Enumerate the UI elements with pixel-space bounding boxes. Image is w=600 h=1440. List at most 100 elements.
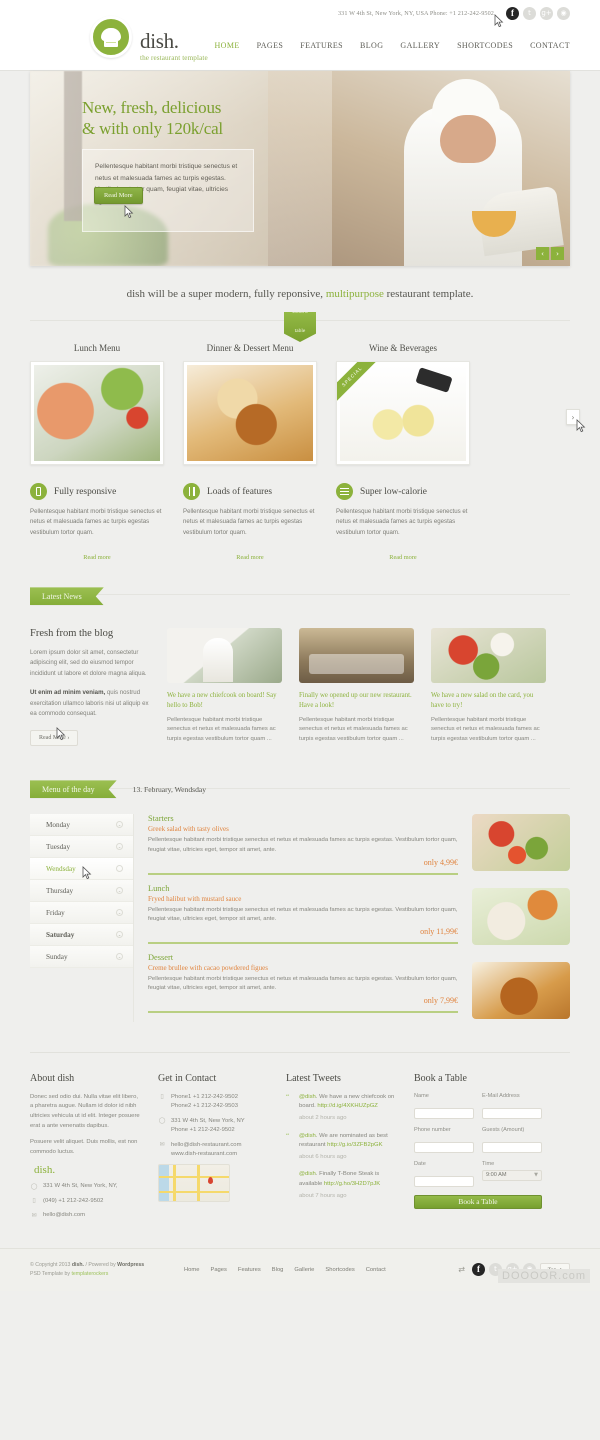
bottom-nav-home[interactable]: Home	[184, 1267, 199, 1273]
blog-post-title[interactable]: We have a new salad on the card, you hav…	[431, 691, 546, 711]
day-item-saturday[interactable]: Saturday ⌄	[30, 924, 133, 947]
day-item-monday[interactable]: Monday ⌄	[30, 814, 133, 837]
blog-post[interactable]: We have a new salad on the card, you hav…	[431, 627, 546, 746]
psd-credit-link[interactable]: templaterockers	[71, 1271, 108, 1277]
contact-email[interactable]: hello@dish-restaurant.com	[171, 1142, 241, 1148]
bottom-nav-gallerie[interactable]: Gallerie	[294, 1267, 314, 1273]
book-a-table-submit-button[interactable]: Book a Table	[414, 1194, 542, 1209]
blog-post[interactable]: Finally we opened up our new restaurant.…	[299, 627, 414, 746]
tagline-before: dish will be a super modern, fully repon…	[126, 288, 326, 300]
wine-beverages-photo[interactable]: SPECIAL	[336, 361, 470, 465]
card-title-lunch: Lunch Menu	[73, 343, 121, 353]
nav-item-shortcodes[interactable]: SHORTCODES	[457, 41, 513, 50]
date-input[interactable]	[414, 1176, 474, 1188]
hero-slider[interactable]: New, fresh, delicious & with only 120k/c…	[30, 71, 570, 266]
blog-post-text: Pellentesque habitant morbi tristique se…	[299, 716, 408, 743]
logo-chef-hat-icon[interactable]	[90, 16, 132, 58]
brand[interactable]: dish. the restaurant template	[140, 31, 208, 63]
nav-item-contact[interactable]: CONTACT	[530, 41, 570, 50]
feature-title: Loads of features	[207, 486, 273, 497]
nav-item-gallery[interactable]: GALLERY	[400, 41, 440, 50]
feature-read-more-link[interactable]: Read more	[389, 554, 416, 561]
guests-input[interactable]	[482, 1142, 542, 1154]
latest-news-header: Latest News	[30, 586, 570, 604]
book-a-table-badge[interactable]: Book a table	[284, 312, 316, 342]
hero-prev-button[interactable]: ‹	[536, 247, 549, 260]
about-p1: Donec sed odio dui. Nulla vitae elit lib…	[30, 1093, 140, 1129]
booking-title: Book a Table	[414, 1072, 467, 1084]
hero-content: New, fresh, delicious & with only 120k/c…	[82, 97, 282, 232]
tweet-handle[interactable]: @dish	[299, 1094, 316, 1100]
phone-input[interactable]	[414, 1142, 474, 1154]
tweet-handle[interactable]: @dish	[299, 1171, 316, 1177]
blog-post-photo-restaurant[interactable]	[299, 627, 414, 683]
tweet-link[interactable]: http://g.ho/3H2D7pJK	[324, 1181, 380, 1187]
nav-item-home[interactable]: HOME	[214, 41, 239, 50]
blog-post-photo-salad[interactable]	[431, 627, 546, 683]
nav-item-pages[interactable]: PAGES	[257, 41, 284, 50]
menu-card[interactable]: Wine & Beverages SPECIAL	[336, 343, 470, 465]
feature-read-more-link[interactable]: Read more	[83, 554, 110, 561]
day-item-friday[interactable]: Friday ⌄	[30, 902, 133, 925]
blog-post[interactable]: We have a new chiefcook on board! Say he…	[167, 627, 282, 746]
bottom-nav-features[interactable]: Features	[238, 1267, 261, 1273]
tweet-link[interactable]: http://g.io/3ZFB2pGK	[327, 1142, 382, 1148]
blog-post-photo-chef[interactable]	[167, 627, 282, 683]
google-plus-icon[interactable]: g+	[540, 6, 553, 20]
twitter-icon[interactable]: t	[523, 6, 536, 20]
hero-read-more-button[interactable]: Read More	[94, 187, 143, 204]
shuffle-icon[interactable]: ⇄	[458, 1265, 465, 1274]
bottom-nav-blog[interactable]: Blog	[272, 1267, 284, 1273]
envelope-icon: ✉	[31, 1211, 37, 1219]
menu-card[interactable]: Lunch Menu	[30, 343, 164, 465]
phone-icon: ▯	[32, 1197, 36, 1205]
menu-item-desc: Pellentesque habitant morbi tristique se…	[148, 906, 458, 923]
facebook-icon[interactable]: f	[506, 6, 519, 20]
blog-intro-p2-bold: Ut enim ad minim veniam,	[30, 689, 106, 697]
location-map[interactable]	[158, 1164, 230, 1203]
day-item-tuesday[interactable]: Tuesday ⌄	[30, 836, 133, 859]
day-label: Wendsday	[46, 864, 76, 873]
copyright-b: / Powered by	[84, 1262, 118, 1269]
rss-icon[interactable]: ◉	[557, 6, 570, 20]
tagline-after: restaurant template.	[383, 288, 474, 300]
menu-card[interactable]: Dinner & Dessert Menu	[183, 343, 317, 465]
tweet-link[interactable]: http://d.ig/4XKHUZpGZ	[317, 1103, 378, 1109]
nav-item-blog[interactable]: BLOG	[360, 41, 383, 50]
dinner-dessert-photo[interactable]	[183, 361, 317, 465]
menu-item-category: Dessert	[148, 952, 174, 962]
feature-item: Fully responsive Pellentesque habitant m…	[30, 483, 164, 564]
bottom-nav-shortcodes[interactable]: Shortcodes	[325, 1267, 354, 1273]
about-p2: Posuere velit aliquet. Duis mollis, est …	[30, 1139, 138, 1155]
feature-read-more-link[interactable]: Read more	[236, 554, 263, 561]
feature-item: Loads of features Pellentesque habitant …	[183, 483, 317, 564]
copyright-wordpress: Wordpress	[117, 1262, 145, 1269]
time-select[interactable]: 9:00 AM ▼	[482, 1169, 542, 1181]
email-input[interactable]	[482, 1108, 542, 1120]
bottom-nav-pages[interactable]: Pages	[210, 1267, 226, 1273]
about-title: About dish	[30, 1072, 75, 1084]
footer-contact-column: Get in Contact ▯ Phone1 +1 212-242-9502 P…	[158, 1073, 270, 1226]
day-item-sunday[interactable]: Sunday ⌄	[30, 946, 133, 969]
blog-post-title[interactable]: Finally we opened up our new restaurant.…	[299, 691, 414, 711]
hero-next-button[interactable]: ›	[551, 247, 564, 260]
lunch-menu-photo[interactable]	[30, 361, 164, 465]
topbar: 331 W 4th St, New York, NY, USA Phone: +…	[0, 0, 600, 28]
menu-item-desc: Pellentesque habitant morbi tristique se…	[148, 975, 458, 992]
blog-intro-title: Fresh from the blog	[30, 627, 114, 639]
menu-item-separator	[148, 872, 458, 875]
about-email[interactable]: hello@dish.com	[43, 1211, 85, 1220]
name-input[interactable]	[414, 1108, 474, 1120]
day-item-thursday[interactable]: Thursday ⌄	[30, 880, 133, 903]
cards-next-button[interactable]: ›	[566, 409, 580, 425]
day-item-wendsday[interactable]: Wendsday	[30, 858, 133, 881]
contact-website[interactable]: www.dish-restaurant.com	[171, 1151, 237, 1157]
chevron-icon: ⌄	[116, 953, 123, 961]
blog-read-more-button[interactable]: Read More ›	[30, 730, 79, 747]
blog-post-title[interactable]: We have a new chiefcook on board! Say he…	[167, 691, 282, 711]
nav-item-features[interactable]: FEATURES	[300, 41, 343, 50]
facebook-icon[interactable]: f	[472, 1263, 485, 1277]
menu-item-price: only 4,99€	[423, 857, 458, 867]
tweet-handle[interactable]: @dish	[299, 1133, 316, 1139]
bottom-nav-contact[interactable]: Contact	[366, 1267, 386, 1273]
